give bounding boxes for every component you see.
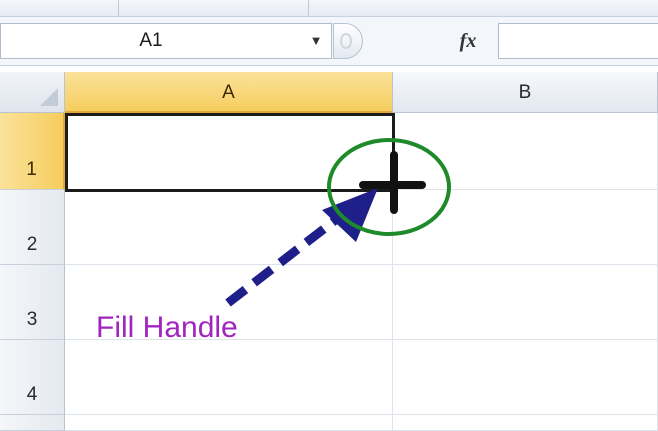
formula-input[interactable] [498, 23, 658, 59]
cell-a1-selected[interactable] [65, 113, 395, 192]
formula-bar-expand-button[interactable] [333, 23, 363, 59]
cell-b1[interactable] [393, 113, 658, 190]
ribbon-strip [0, 0, 658, 17]
column-header-a[interactable]: A [65, 72, 393, 113]
cell-a5[interactable] [65, 415, 393, 431]
cell-b5[interactable] [393, 415, 658, 431]
caret-down-icon[interactable]: ▼ [301, 24, 331, 58]
cell-a2[interactable] [65, 190, 393, 265]
ribbon-separator [308, 0, 309, 16]
row-header-2[interactable]: 2 [0, 190, 65, 265]
ribbon-separator [118, 0, 119, 16]
select-all-triangle-icon [40, 88, 58, 106]
row-header-4[interactable]: 4 [0, 340, 65, 415]
formula-bar: A1 ▼ fx [0, 17, 658, 66]
cancel-circle-icon [340, 33, 352, 49]
select-all-button[interactable] [0, 72, 65, 113]
row-header-3[interactable]: 3 [0, 265, 65, 340]
name-box[interactable]: A1 ▼ [0, 23, 332, 59]
cell-b2[interactable] [393, 190, 658, 265]
column-header-b[interactable]: B [393, 72, 658, 113]
insert-function-button[interactable]: fx [440, 23, 496, 59]
row-header-1[interactable]: 1 [0, 113, 65, 190]
spreadsheet-window: A1 ▼ fx A B 1 2 3 4 Fill Handle [0, 0, 658, 431]
fill-handle-callout-label: Fill Handle [96, 311, 238, 344]
cell-a4[interactable] [65, 340, 393, 415]
cell-b4[interactable] [393, 340, 658, 415]
cell-b3[interactable] [393, 265, 658, 340]
name-box-value[interactable]: A1 [1, 24, 301, 58]
row-header-5[interactable] [0, 415, 65, 431]
